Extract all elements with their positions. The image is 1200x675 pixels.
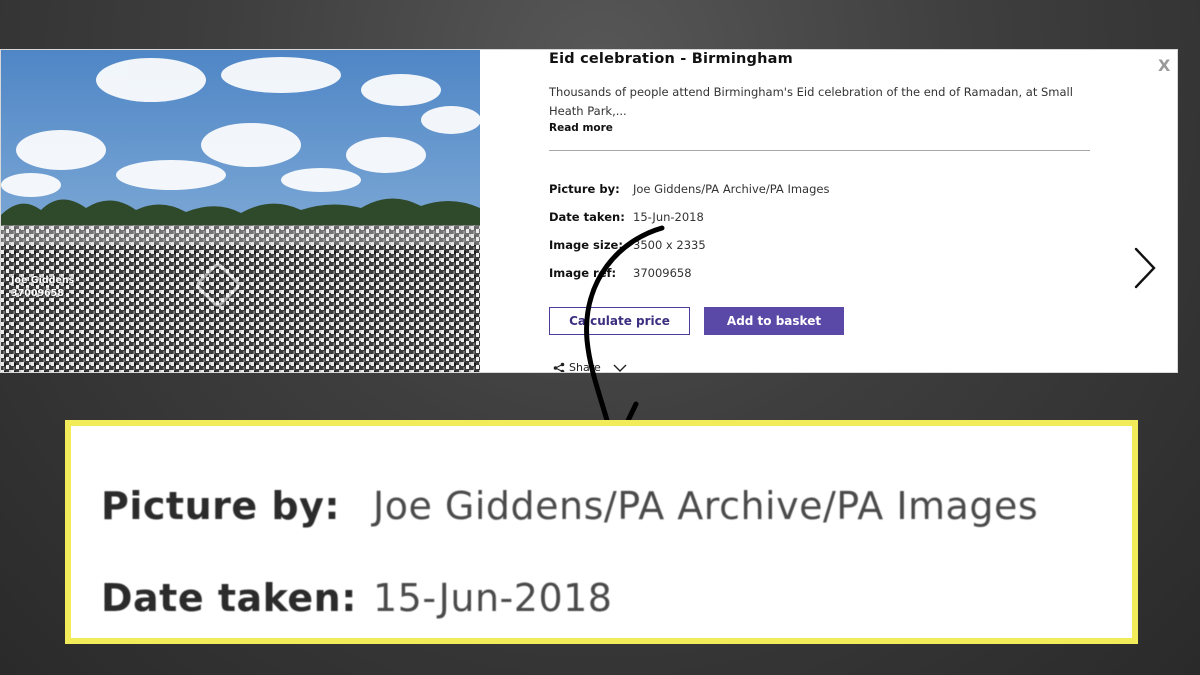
photo-credit-name: Joe Giddens [11, 275, 75, 286]
meta-value: Joe Giddens/PA Archive/PA Images [633, 182, 830, 196]
event-photo[interactable]: Joe Giddens 37009658 [1, 50, 480, 372]
chevron-down-icon [613, 364, 627, 372]
read-more-link[interactable]: Read more [549, 122, 613, 134]
zoom-value: 15-Jun-2018 [373, 576, 613, 620]
photo-credit-ref: 37009658 [11, 288, 64, 299]
image-description: Thousands of people attend Birmingham's … [549, 85, 1073, 118]
image-detail-panel: Joe Giddens 37009658 Eid celebration - B… [0, 49, 1178, 373]
meta-value: 15-Jun-2018 [633, 210, 704, 224]
meta-value: 37009658 [633, 266, 692, 280]
share-label: Share [569, 361, 601, 373]
zoom-label: Date taken: [101, 576, 357, 620]
meta-label: Picture by: [549, 182, 620, 196]
zoomed-callout: Picture by: Joe Giddens/PA Archive/PA Im… [65, 420, 1138, 644]
photo-credit-overlay: Joe Giddens 37009658 [11, 274, 74, 300]
next-image-arrow-icon[interactable] [1131, 247, 1159, 289]
meta-label: Date taken: [549, 210, 625, 224]
close-button[interactable]: X [1158, 56, 1170, 75]
zoom-label: Picture by: [101, 484, 341, 528]
meta-label: Image ref: [549, 266, 617, 280]
share-button[interactable]: Share [553, 361, 627, 373]
meta-value: 3500 x 2335 [633, 238, 706, 252]
calculate-price-button[interactable]: Calculate price [549, 307, 690, 335]
meta-label: Image size: [549, 238, 623, 252]
add-to-basket-button[interactable]: Add to basket [704, 307, 844, 335]
divider [549, 150, 1090, 151]
image-title: Eid celebration - Birmingham [549, 51, 793, 67]
crowd-photo-image [1, 50, 480, 372]
zoom-value: Joe Giddens/PA Archive/PA Images [373, 484, 1039, 528]
share-icon [553, 362, 565, 372]
